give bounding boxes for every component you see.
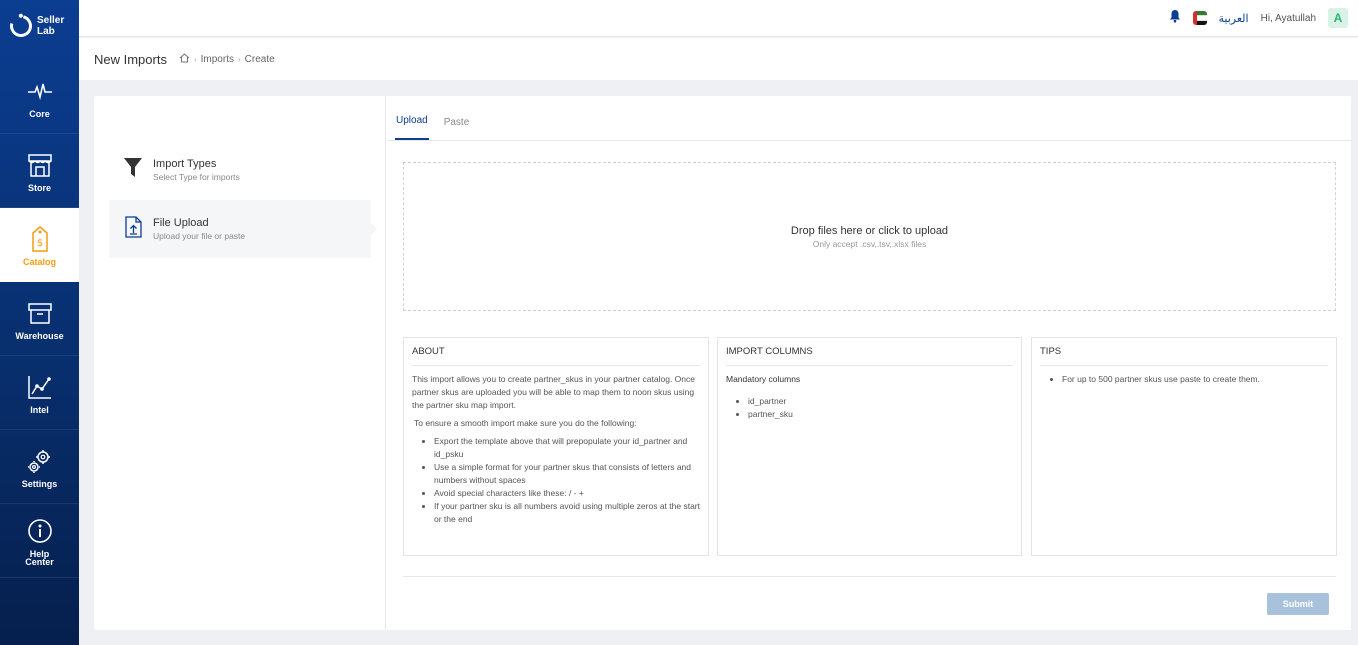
- info-icon: [25, 516, 55, 546]
- tips-box: TIPS For up to 500 partner skus use past…: [1031, 337, 1337, 556]
- page-title: New Imports: [94, 51, 167, 67]
- line-chart-icon: [25, 372, 55, 402]
- top-bar: العربية Hi, Ayatullah A: [79, 0, 1358, 37]
- brand-line2: Lab: [37, 26, 55, 37]
- step-subtitle: Upload your file or paste: [153, 231, 246, 241]
- submit-button[interactable]: Submit: [1267, 593, 1329, 615]
- divider: [403, 576, 1336, 577]
- file-dropzone[interactable]: Drop files here or click to upload Only …: [403, 162, 1336, 311]
- pulse-icon: [25, 76, 55, 106]
- tab-bar: Upload Paste: [387, 96, 1351, 141]
- list-item: Avoid special characters like these: / -…: [434, 487, 700, 500]
- sidebar-item-settings[interactable]: Settings: [0, 430, 79, 504]
- breadcrumb: › Imports › Create: [179, 52, 275, 66]
- user-greeting[interactable]: Hi, Ayatullah: [1261, 13, 1316, 24]
- brand-line1: Seller: [37, 15, 65, 26]
- list-item: partner_sku: [748, 408, 1013, 421]
- sidebar-item-label: Help Center: [25, 548, 54, 567]
- sidebar-item-label: Store: [27, 182, 51, 193]
- home-icon[interactable]: [179, 52, 190, 66]
- sidebar-item-label: Intel: [30, 404, 49, 415]
- list-item: If your partner sku is all numbers avoid…: [434, 500, 700, 526]
- breadcrumb-create: Create: [244, 53, 275, 65]
- sidebar-item-label: Catalog: [22, 256, 56, 267]
- step-title: File Upload: [153, 217, 209, 229]
- brand-logo[interactable]: Seller Lab: [0, 0, 79, 52]
- step-title: Import Types: [153, 158, 217, 170]
- list-item: Export the template above that will prep…: [434, 435, 700, 461]
- mandatory-columns-label: Mandatory columns: [726, 374, 801, 384]
- step-import-types[interactable]: Import Types Select Type for imports: [109, 141, 371, 199]
- list-item: Use a simple format for your partner sku…: [434, 461, 700, 487]
- tips-list: For up to 500 partner skus use paste to …: [1040, 373, 1328, 386]
- breadcrumb-imports[interactable]: Imports: [201, 54, 234, 65]
- steps-panel: Import Types Select Type for imports Fil…: [94, 96, 386, 630]
- upload-panel: Upload Paste Drop files here or click to…: [387, 96, 1351, 630]
- tab-paste[interactable]: Paste: [443, 117, 471, 140]
- sidebar-item-store[interactable]: Store: [0, 134, 79, 208]
- page-header: New Imports › Imports › Create: [79, 38, 1358, 80]
- storefront-icon: [25, 150, 55, 180]
- sidebar-item-help-center[interactable]: Help Center: [0, 504, 79, 578]
- price-tag-icon: $: [25, 224, 55, 254]
- about-heading: ABOUT: [412, 346, 700, 366]
- sidebar-item-label: Settings: [21, 478, 58, 489]
- list-item: For up to 500 partner skus use paste to …: [1062, 373, 1328, 386]
- uae-flag-icon[interactable]: [1192, 11, 1207, 25]
- file-upload-icon: [123, 215, 143, 243]
- import-card: Import Types Select Type for imports Fil…: [94, 96, 1351, 630]
- avatar[interactable]: A: [1328, 8, 1348, 28]
- sidebar-item-warehouse[interactable]: Warehouse: [0, 282, 79, 356]
- about-ensure: To ensure a smooth import make sure you …: [414, 418, 637, 428]
- logo-mark-icon: [5, 10, 37, 42]
- about-box: ABOUT This import allows you to create p…: [403, 337, 709, 556]
- sidebar-item-label: Core: [29, 108, 50, 119]
- list-item: id_partner: [748, 395, 1013, 408]
- step-subtitle: Select Type for imports: [153, 172, 240, 182]
- sidebar-item-catalog[interactable]: $ Catalog: [0, 208, 79, 282]
- breadcrumb-separator: ›: [237, 54, 241, 64]
- svg-text:$: $: [36, 238, 42, 249]
- sidebar-item-label: Warehouse: [15, 330, 64, 341]
- dropzone-title: Drop files here or click to upload: [790, 224, 949, 237]
- filter-icon: [123, 157, 143, 184]
- tips-heading: TIPS: [1040, 346, 1328, 366]
- bell-icon[interactable]: [1169, 9, 1181, 28]
- box-icon: [25, 298, 55, 328]
- language-switch[interactable]: العربية: [1219, 12, 1249, 25]
- about-intro: This import allows you to create partner…: [412, 374, 695, 410]
- dropzone-subtitle: Only accept .csv,.tsv,.xlsx files: [812, 238, 927, 249]
- sidebar-item-intel[interactable]: Intel: [0, 356, 79, 430]
- import-columns-box: IMPORT COLUMNS Mandatory columns id_part…: [717, 337, 1022, 556]
- tab-upload[interactable]: Upload: [395, 115, 429, 140]
- sidebar: Seller Lab Core Store $ Catalog Warehous…: [0, 0, 79, 645]
- breadcrumb-separator: ›: [193, 54, 197, 64]
- step-file-upload[interactable]: File Upload Upload your file or paste: [109, 200, 377, 258]
- import-columns-heading: IMPORT COLUMNS: [726, 346, 1013, 366]
- sidebar-item-core[interactable]: Core: [0, 60, 79, 134]
- columns-list: id_partner partner_sku: [726, 395, 1013, 421]
- about-list: Export the template above that will prep…: [412, 435, 700, 526]
- gears-icon: [25, 446, 55, 476]
